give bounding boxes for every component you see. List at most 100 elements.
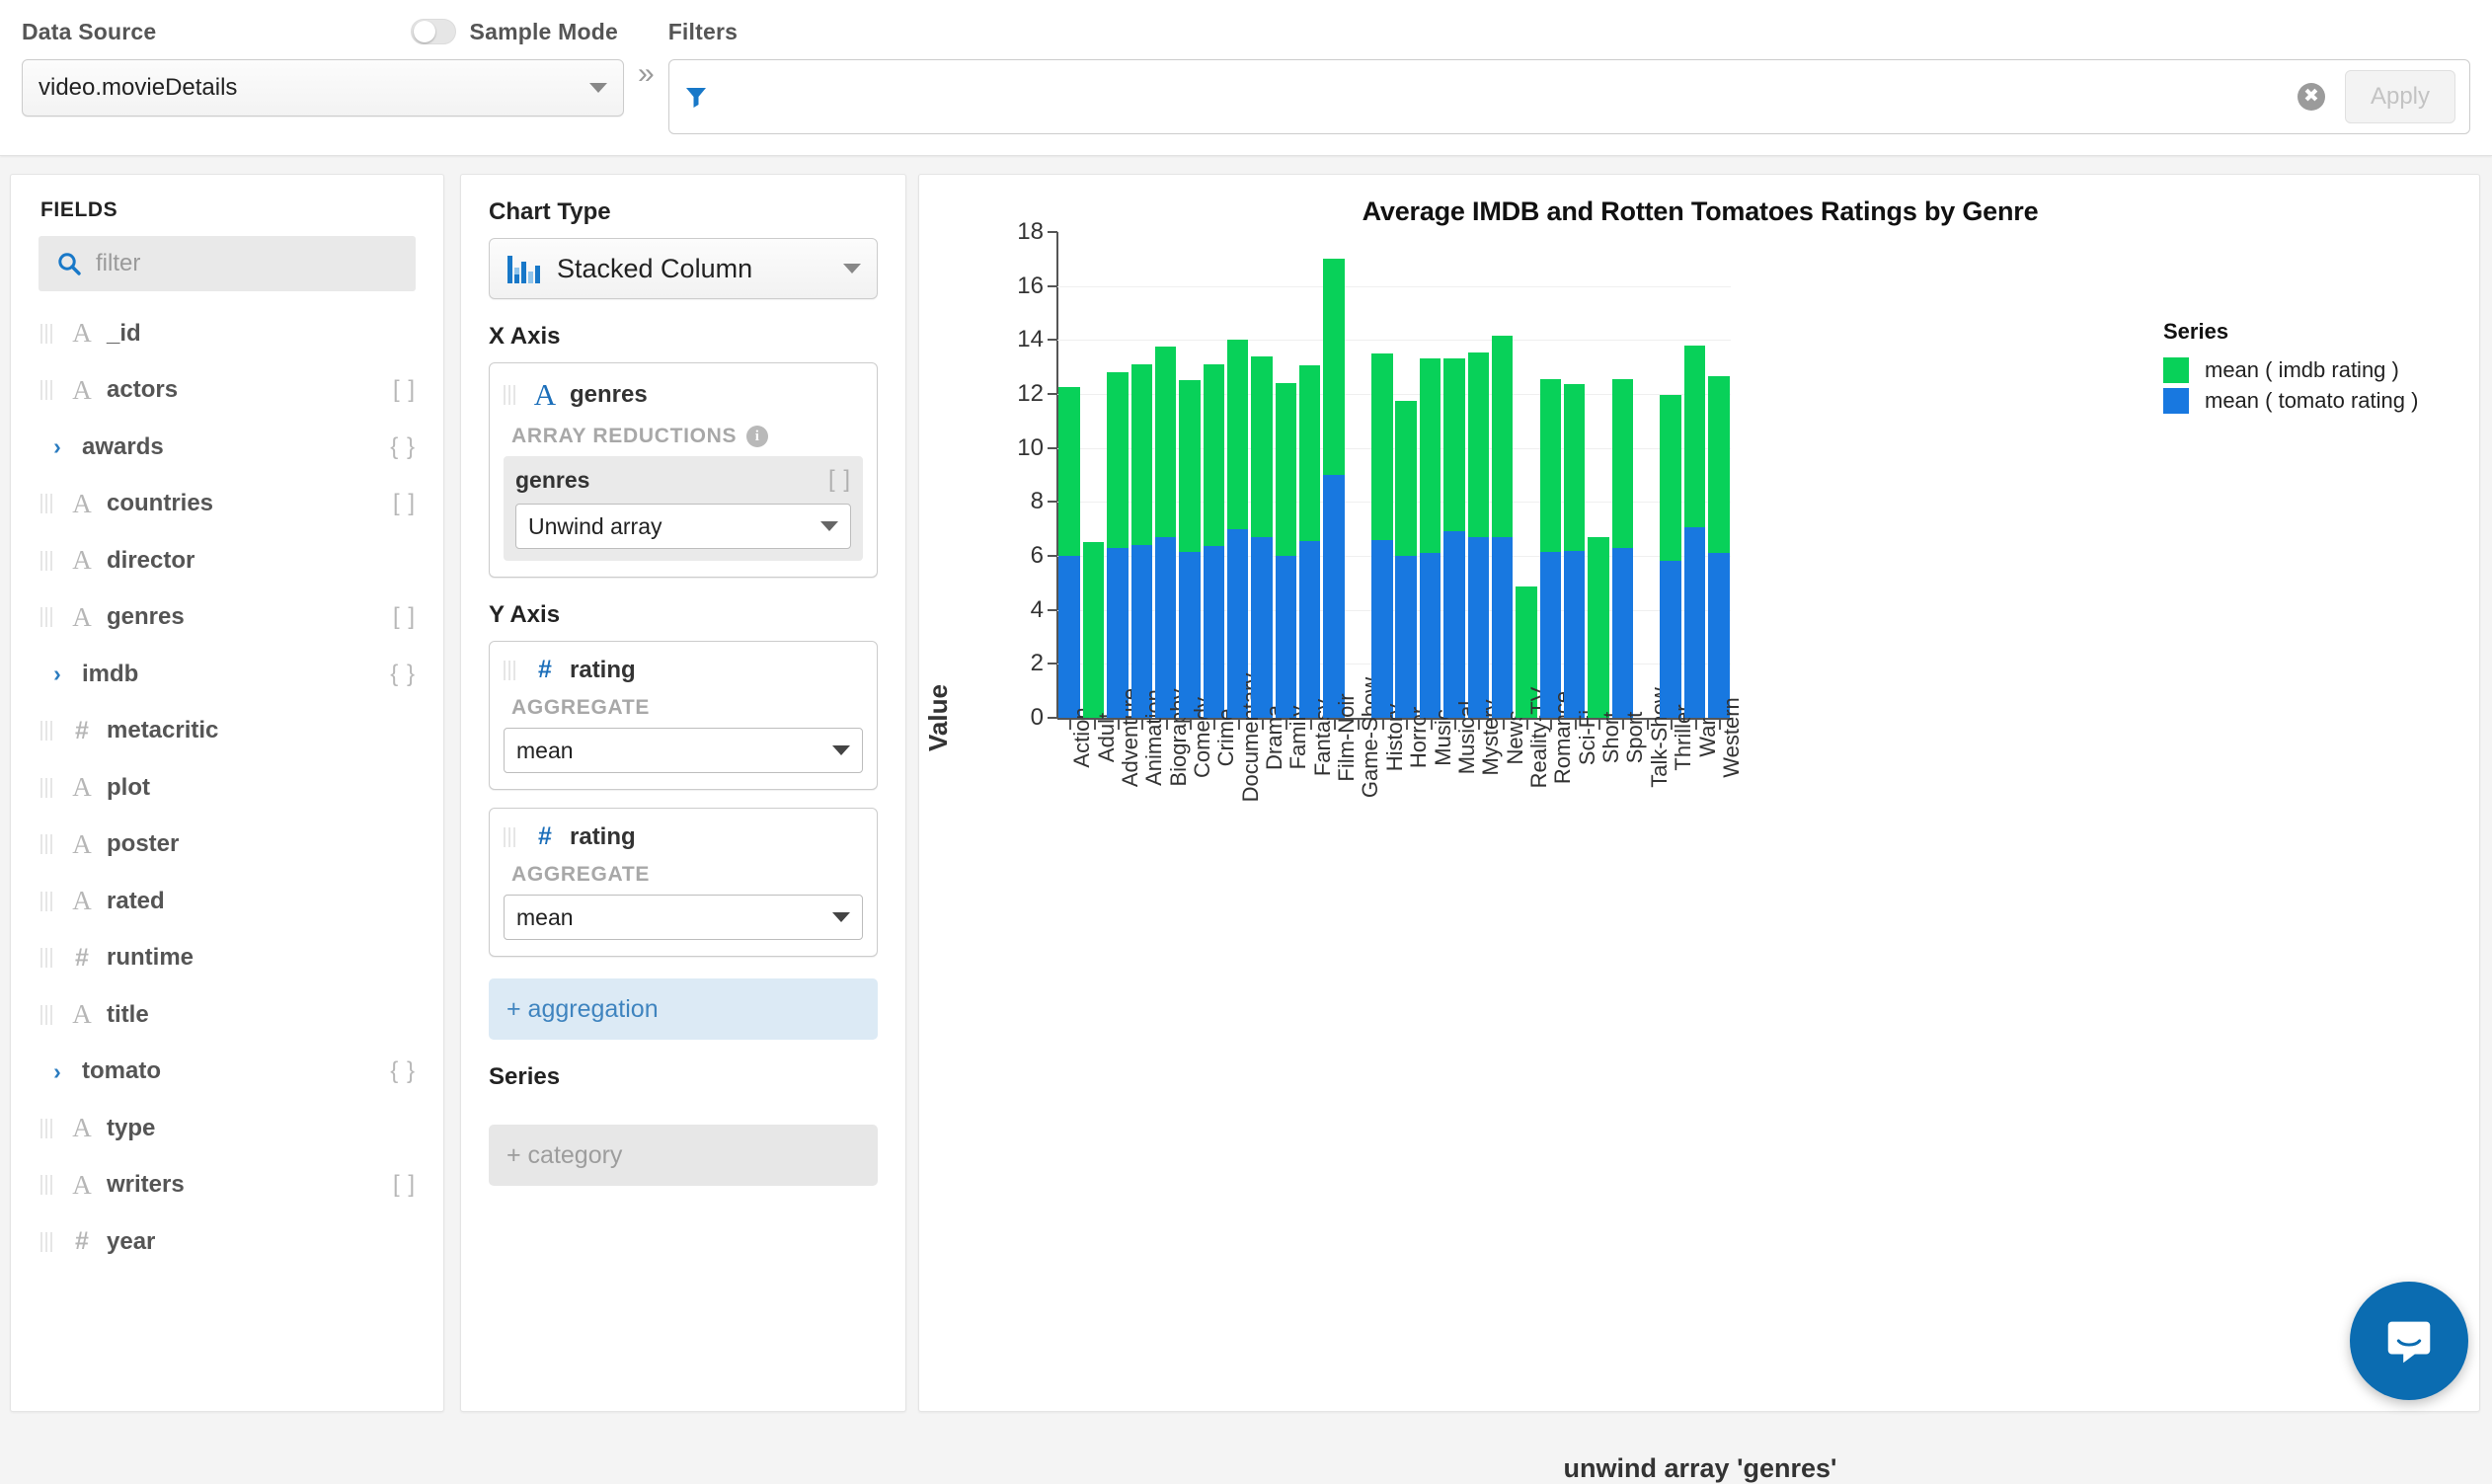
bar-segment-imdb[interactable] bbox=[1107, 372, 1128, 548]
bar-segment-tomato[interactable] bbox=[1204, 546, 1224, 718]
drag-handle-icon[interactable] bbox=[40, 1175, 53, 1195]
stacked-bar[interactable] bbox=[1204, 364, 1224, 718]
stacked-bar[interactable] bbox=[1227, 340, 1248, 718]
bar-segment-imdb[interactable] bbox=[1371, 353, 1392, 540]
bar-segment-imdb[interactable] bbox=[1083, 542, 1104, 718]
field-row[interactable]: Aplot bbox=[11, 759, 443, 817]
bar-column[interactable]: Musical bbox=[1442, 232, 1466, 718]
stacked-bar[interactable] bbox=[1371, 353, 1392, 718]
stacked-bar[interactable] bbox=[1540, 379, 1561, 718]
bar-column[interactable]: Documentary bbox=[1226, 232, 1250, 718]
bar-segment-tomato[interactable] bbox=[1420, 553, 1441, 718]
bar-column[interactable]: Talk-Show bbox=[1635, 232, 1659, 718]
bar-segment-imdb[interactable] bbox=[1395, 401, 1416, 556]
bar-segment-tomato[interactable] bbox=[1251, 537, 1272, 718]
field-row[interactable]: ›tomato{ } bbox=[11, 1044, 443, 1101]
drag-handle-icon[interactable] bbox=[40, 721, 53, 741]
aggregate-select[interactable]: mean bbox=[504, 728, 863, 773]
add-aggregation-button[interactable]: + aggregation bbox=[489, 978, 878, 1040]
field-filter-input[interactable]: filter bbox=[39, 236, 416, 291]
drag-handle-icon[interactable] bbox=[40, 948, 53, 968]
stacked-bar[interactable] bbox=[1083, 542, 1104, 718]
data-source-select[interactable]: video.movieDetails bbox=[22, 59, 624, 117]
sample-mode-toggle[interactable] bbox=[411, 19, 456, 44]
stacked-bar[interactable] bbox=[1155, 347, 1176, 718]
drag-handle-icon[interactable] bbox=[40, 324, 53, 344]
field-row[interactable]: Aactors[ ] bbox=[11, 362, 443, 420]
bar-segment-imdb[interactable] bbox=[1540, 379, 1561, 552]
chart-type-select[interactable]: Stacked Column bbox=[489, 238, 878, 299]
bar-segment-imdb[interactable] bbox=[1227, 340, 1248, 528]
bar-segment-imdb[interactable] bbox=[1131, 364, 1152, 545]
field-row[interactable]: #metacritic bbox=[11, 703, 443, 760]
stacked-bar[interactable] bbox=[1058, 387, 1079, 718]
bar-column[interactable]: Crime bbox=[1202, 232, 1225, 718]
bar-column[interactable]: Sci-Fi bbox=[1563, 232, 1587, 718]
bar-segment-tomato[interactable] bbox=[1299, 541, 1320, 718]
chat-widget-button[interactable] bbox=[2350, 1282, 2468, 1400]
field-row[interactable]: #runtime bbox=[11, 930, 443, 987]
bar-segment-tomato[interactable] bbox=[1564, 551, 1585, 718]
drag-handle-icon[interactable] bbox=[40, 1005, 53, 1025]
bar-column[interactable]: Music bbox=[1418, 232, 1441, 718]
bar-segment-imdb[interactable] bbox=[1468, 352, 1489, 537]
stacked-bar[interactable] bbox=[1323, 259, 1344, 718]
stacked-bar[interactable] bbox=[1468, 352, 1489, 718]
bar-segment-tomato[interactable] bbox=[1708, 553, 1729, 718]
bar-segment-imdb[interactable] bbox=[1179, 380, 1200, 552]
field-row[interactable]: Atitle bbox=[11, 986, 443, 1044]
stacked-bar[interactable] bbox=[1660, 395, 1680, 718]
bar-segment-imdb[interactable] bbox=[1058, 387, 1079, 556]
bar-column[interactable]: Western bbox=[1707, 232, 1731, 718]
field-row[interactable]: #year bbox=[11, 1213, 443, 1271]
bar-segment-tomato[interactable] bbox=[1660, 561, 1680, 718]
drag-handle-icon[interactable] bbox=[40, 892, 53, 911]
stacked-bar[interactable] bbox=[1564, 384, 1585, 718]
bar-column[interactable]: Action bbox=[1057, 232, 1081, 718]
bar-column[interactable]: Sport bbox=[1610, 232, 1634, 718]
stacked-bar[interactable] bbox=[1299, 365, 1320, 718]
bar-column[interactable]: Animation bbox=[1129, 232, 1153, 718]
bar-segment-imdb[interactable] bbox=[1420, 358, 1441, 553]
bar-column[interactable]: Short bbox=[1587, 232, 1610, 718]
field-row[interactable]: Arated bbox=[11, 873, 443, 930]
bar-column[interactable]: Game-Show bbox=[1346, 232, 1369, 718]
bar-column[interactable]: War bbox=[1682, 232, 1706, 718]
legend-item[interactable]: mean ( imdb rating ) bbox=[2163, 354, 2418, 385]
aggregate-select[interactable]: mean bbox=[504, 895, 863, 940]
stacked-bar[interactable] bbox=[1395, 401, 1416, 718]
field-row[interactable]: Aposter bbox=[11, 817, 443, 874]
bar-segment-tomato[interactable] bbox=[1684, 527, 1705, 718]
bar-column[interactable]: Thriller bbox=[1659, 232, 1682, 718]
drag-handle-icon[interactable] bbox=[504, 661, 516, 680]
drag-handle-icon[interactable] bbox=[40, 607, 53, 627]
bar-segment-tomato[interactable] bbox=[1058, 556, 1079, 718]
field-row[interactable]: Awriters[ ] bbox=[11, 1157, 443, 1214]
bar-column[interactable]: Fantasy bbox=[1298, 232, 1322, 718]
bar-segment-imdb[interactable] bbox=[1323, 259, 1344, 475]
bar-segment-imdb[interactable] bbox=[1443, 358, 1464, 531]
drag-handle-icon[interactable] bbox=[40, 1119, 53, 1138]
bar-column[interactable]: Adult bbox=[1081, 232, 1105, 718]
drag-handle-icon[interactable] bbox=[504, 827, 516, 847]
bar-segment-imdb[interactable] bbox=[1492, 336, 1513, 537]
field-row[interactable]: Agenres[ ] bbox=[11, 589, 443, 647]
drag-handle-icon[interactable] bbox=[504, 385, 516, 405]
bar-segment-tomato[interactable] bbox=[1323, 475, 1344, 718]
stacked-bar[interactable] bbox=[1251, 356, 1272, 718]
bar-segment-imdb[interactable] bbox=[1564, 384, 1585, 550]
stacked-bar[interactable] bbox=[1179, 380, 1200, 718]
bar-segment-imdb[interactable] bbox=[1251, 356, 1272, 537]
bar-column[interactable]: Mystery bbox=[1466, 232, 1490, 718]
bar-segment-imdb[interactable] bbox=[1708, 376, 1729, 553]
field-row[interactable]: A_id bbox=[11, 305, 443, 362]
bar-column[interactable]: Reality-TV bbox=[1515, 232, 1538, 718]
stacked-bar[interactable] bbox=[1684, 346, 1705, 718]
stacked-bar[interactable] bbox=[1276, 383, 1296, 718]
field-row[interactable]: Acountries[ ] bbox=[11, 476, 443, 533]
y-axis-field-card[interactable]: # rating AGGREGATE mean bbox=[489, 808, 878, 957]
y-axis-field-card[interactable]: # rating AGGREGATE mean bbox=[489, 641, 878, 790]
clear-filters-icon[interactable]: ✖ bbox=[2297, 83, 2325, 111]
bar-segment-imdb[interactable] bbox=[1588, 537, 1608, 718]
field-row[interactable]: Adirector bbox=[11, 532, 443, 589]
